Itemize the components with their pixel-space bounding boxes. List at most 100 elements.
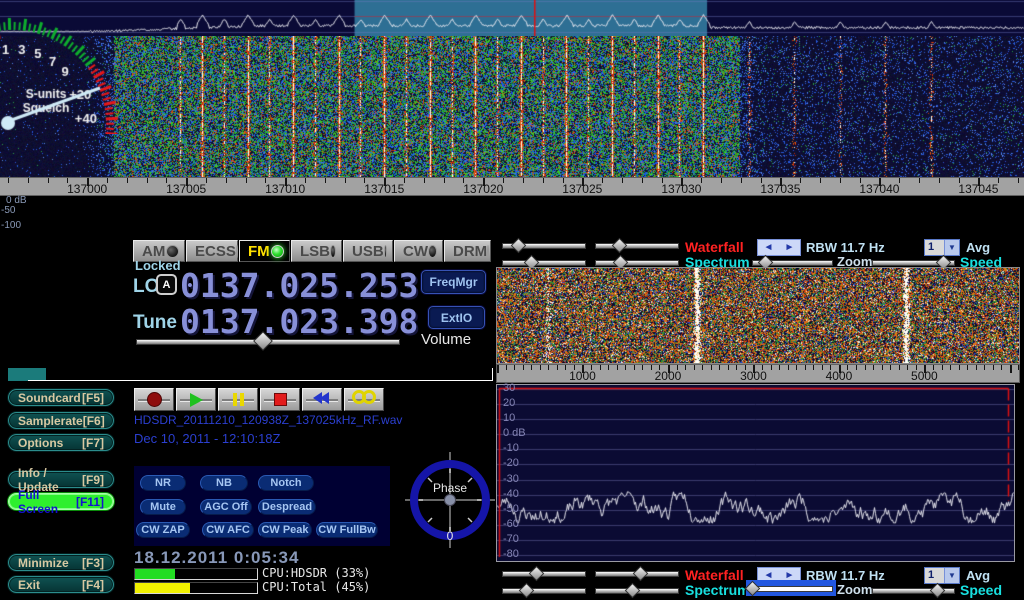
slider-thumb[interactable]	[511, 238, 527, 254]
waterfall-brightness-slider-bottom[interactable]	[502, 568, 586, 578]
af-spectrum[interactable]	[497, 385, 1014, 561]
rf-scale-tick	[721, 178, 722, 183]
af-scale-tick	[506, 365, 507, 370]
lo-frequency[interactable]: 0137.025.253	[180, 266, 418, 305]
af-scale-tick	[984, 365, 985, 370]
combo-arrow-icon[interactable]: ▼	[944, 240, 959, 255]
mode-usb[interactable]: USB	[343, 240, 393, 262]
mode-cw[interactable]: CW	[394, 240, 443, 262]
options-button[interactable]: Options [F7]	[8, 434, 114, 451]
af-waterfall[interactable]	[497, 268, 1019, 363]
rf-spectrum[interactable]	[0, 0, 1024, 36]
freqmgr-button[interactable]: FreqMgr	[421, 270, 486, 294]
af-scale-tick	[788, 365, 789, 370]
band-shift-arrows-bottom[interactable]: ◄ ►	[757, 567, 801, 584]
mode-fm[interactable]: FM	[239, 240, 290, 262]
mode-fm-label: FM	[248, 243, 270, 260]
mode-lsb[interactable]: LSB	[291, 240, 342, 262]
spectrum-brightness-slider-top[interactable]	[502, 257, 586, 267]
rf-scale-tick	[840, 178, 841, 183]
waterfall-contrast-slider-bottom[interactable]	[595, 568, 679, 578]
af-db-label: -50	[503, 503, 519, 515]
mode-ecss-led-icon	[236, 245, 238, 258]
soundcard-button[interactable]: Soundcard [F5]	[8, 389, 114, 406]
af-db-label: 20	[503, 397, 515, 409]
exit-key: [F4]	[82, 578, 104, 592]
af-scale-tick	[565, 365, 566, 370]
slider-thumb[interactable]	[625, 583, 641, 599]
af-scale-tick	[950, 365, 951, 370]
cw-peak-button[interactable]: CW Peak	[258, 522, 312, 538]
spectrum-label-bottom: Spectrum	[685, 582, 750, 598]
combo-arrow-icon[interactable]: ▼	[944, 568, 959, 583]
frame-divider	[28, 380, 492, 381]
mode-drm[interactable]: DRM	[444, 240, 491, 262]
samplerate-button[interactable]: Samplerate [F6]	[8, 412, 114, 429]
cw-zap-button[interactable]: CW ZAP	[136, 522, 190, 538]
mute-button[interactable]: Mute	[140, 499, 186, 515]
despread-button[interactable]: Despread	[258, 499, 316, 515]
zoom-slider-bottom[interactable]	[749, 583, 833, 593]
af-frequency-scale[interactable]: 10002000300040005000	[496, 364, 1020, 383]
full-screen-label: Full Screen	[18, 488, 76, 516]
stop-button[interactable]	[260, 388, 300, 411]
full-screen-button[interactable]: Full Screen [F11]	[8, 493, 114, 510]
af-db-label: 0 dB	[503, 427, 526, 439]
extio-button[interactable]: ExtIO	[428, 306, 485, 329]
record-button[interactable]	[134, 388, 174, 411]
rf-scale-tick	[8, 178, 9, 183]
mode-lsb-label: LSB	[300, 243, 330, 260]
notch-button[interactable]: Notch	[258, 475, 314, 491]
speed-slider-top[interactable]	[872, 257, 955, 267]
spectrum-contrast-slider-bottom[interactable]	[595, 585, 679, 595]
cw-afc-button[interactable]: CW AFC	[202, 522, 254, 538]
volume-slider[interactable]	[136, 336, 400, 346]
minimize-button[interactable]: Minimize [F3]	[8, 554, 114, 571]
spectrum-brightness-slider-bottom[interactable]	[502, 585, 586, 595]
arrow-left-icon[interactable]: ◄	[764, 242, 774, 253]
rf-scale-label: 137030	[661, 182, 701, 196]
zoom-slider-top[interactable]	[752, 257, 833, 267]
cw-fullbw-button[interactable]: CW FullBw	[316, 522, 378, 538]
rf-scale-label: 137010	[265, 182, 305, 196]
arrow-left-icon[interactable]: ◄	[764, 570, 774, 581]
slider-thumb[interactable]	[518, 583, 534, 599]
nb-button[interactable]: NB	[200, 475, 248, 491]
spectrum-contrast-slider-top[interactable]	[595, 257, 679, 267]
af-scale-tick	[976, 365, 977, 370]
af-scale-label: 5000	[911, 369, 938, 383]
cpu-total-bar	[134, 582, 258, 594]
loop-button[interactable]	[344, 388, 384, 411]
speed-slider-bottom[interactable]	[872, 585, 955, 595]
band-shift-arrows-top[interactable]: ◄ ►	[757, 239, 801, 256]
slider-thumb[interactable]	[528, 566, 544, 582]
agc-off-button[interactable]: AGC Off	[200, 499, 252, 515]
rf-frequency-scale[interactable]: 1370001370051370101370151370201370251370…	[0, 177, 1024, 196]
slider-thumb[interactable]	[929, 583, 945, 599]
rf-scale-label: 137015	[364, 182, 404, 196]
exit-button[interactable]: Exit [F4]	[8, 576, 114, 593]
play-button[interactable]	[176, 388, 216, 411]
af-scale-label: 2000	[655, 369, 682, 383]
avg-combo-top[interactable]: 1 ▼	[924, 239, 960, 256]
rewind-button[interactable]	[302, 388, 342, 411]
waterfall-brightness-slider-top[interactable]	[502, 240, 586, 250]
af-db-label: -20	[503, 457, 519, 469]
waterfall-contrast-slider-top[interactable]	[595, 240, 679, 250]
rf-scale-tick	[28, 178, 29, 183]
nr-button[interactable]: NR	[140, 475, 186, 491]
samplerate-key: [F6]	[83, 414, 105, 428]
slider-track	[502, 260, 586, 266]
avg-combo-value: 1	[925, 240, 944, 255]
info-update-button[interactable]: Info / Update [F9]	[8, 471, 114, 488]
avg-combo-bottom[interactable]: 1 ▼	[924, 567, 960, 584]
mode-usb-label: USB	[352, 243, 384, 260]
arrow-right-icon[interactable]: ►	[785, 242, 795, 253]
slider-thumb[interactable]	[611, 238, 627, 254]
arrow-right-icon[interactable]: ►	[785, 570, 795, 581]
lo-auto-badge[interactable]: A	[156, 274, 177, 295]
mode-ecss[interactable]: ECSS	[186, 240, 238, 262]
pause-button[interactable]	[218, 388, 258, 411]
phase-indicator: Phase 0	[405, 452, 495, 548]
slider-thumb[interactable]	[633, 566, 649, 582]
